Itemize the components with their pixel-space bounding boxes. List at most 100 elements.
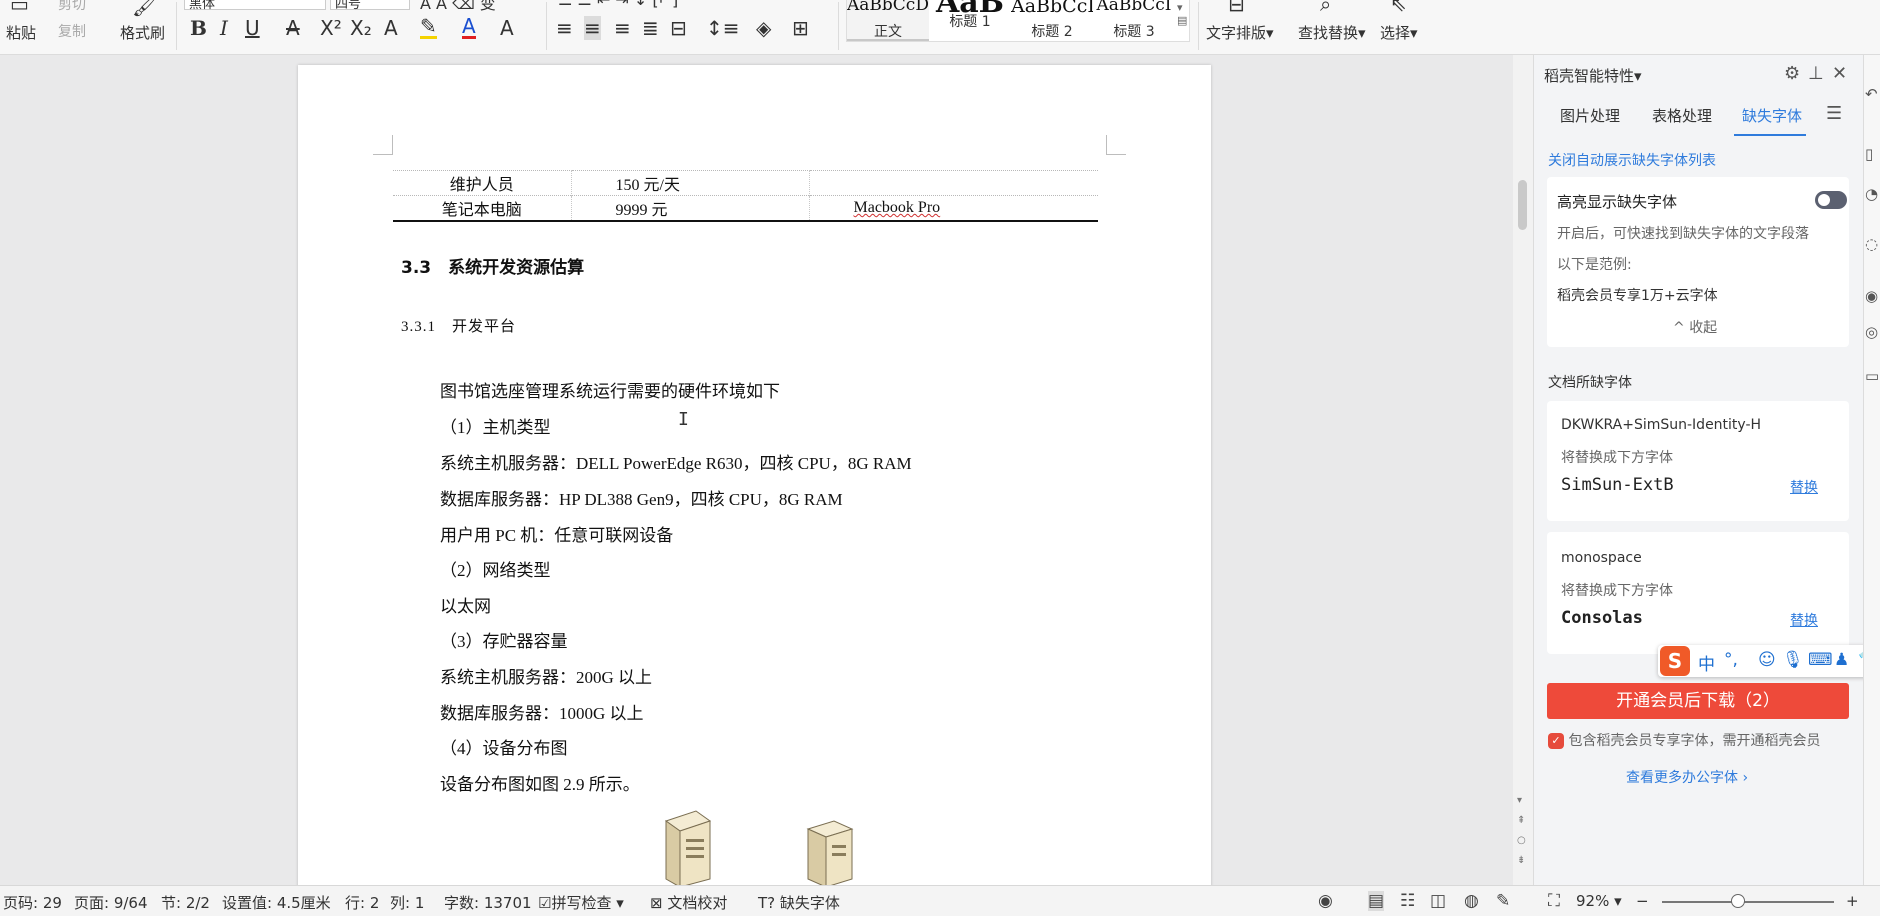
font-grow-icon[interactable]: A A ⌫ 变 bbox=[420, 0, 496, 14]
vertical-scrollbar[interactable]: ▾ ⇞ ○ ⇟ bbox=[1513, 55, 1533, 885]
gallery-more-icon[interactable]: ▾ ▤ bbox=[1177, 1, 1187, 27]
paste-icon[interactable]: ▭ bbox=[10, 0, 29, 16]
proofread-button[interactable]: ⊠ 文档校对 bbox=[650, 892, 727, 913]
style-heading-1[interactable]: AaB 标题 1 bbox=[929, 0, 1011, 41]
style-heading-3[interactable]: AaBbCcI 标题 3 bbox=[1093, 0, 1175, 41]
replace-link[interactable]: 替换 bbox=[1790, 610, 1818, 630]
underline-icon[interactable]: U bbox=[245, 16, 260, 40]
bold-icon[interactable]: B bbox=[190, 16, 207, 40]
microphone-icon[interactable]: 🎙 bbox=[1782, 650, 1804, 670]
status-setting[interactable]: 设置值: 4.5厘米 bbox=[222, 892, 331, 913]
strikethrough-icon[interactable]: A bbox=[286, 16, 300, 40]
char-border-icon[interactable]: A bbox=[500, 16, 514, 40]
panel-title[interactable]: 稻壳智能特性▾ bbox=[1544, 65, 1642, 86]
tab-table-processing[interactable]: 表格处理 bbox=[1652, 105, 1712, 126]
shading-icon[interactable]: ◈ bbox=[756, 16, 771, 40]
emoji-icon[interactable]: ☺ bbox=[1758, 650, 1776, 670]
web-view-icon[interactable]: ◍ bbox=[1464, 891, 1479, 911]
line-spacing-icon[interactable]: ↕≡ bbox=[706, 16, 740, 40]
italic-icon[interactable]: I bbox=[220, 16, 228, 40]
side-tool-icon[interactable]: ◉ bbox=[1865, 287, 1878, 305]
side-tool-icon[interactable]: ◔ bbox=[1865, 185, 1878, 203]
close-auto-show-link[interactable]: 关闭自动展示缺失字体列表 bbox=[1548, 150, 1716, 170]
paragraph: 以太网 bbox=[440, 597, 491, 616]
align-center-icon[interactable]: ≡ bbox=[584, 16, 601, 40]
format-painter-button[interactable]: 格式刷 bbox=[120, 22, 165, 43]
missing-font-status-button[interactable]: T? 缺失字体 bbox=[758, 892, 840, 913]
more-fonts-link[interactable]: 查看更多办公字体 › bbox=[1626, 767, 1748, 787]
tab-missing-fonts[interactable]: 缺失字体 bbox=[1742, 105, 1802, 126]
subscript-icon[interactable]: X₂ bbox=[350, 16, 372, 40]
zoom-out-button[interactable]: − bbox=[1636, 892, 1649, 910]
read-view-icon[interactable]: ◫ bbox=[1430, 891, 1446, 911]
justify-icon[interactable]: ≣ bbox=[642, 16, 659, 40]
side-tool-icon[interactable]: ▭ bbox=[1865, 367, 1879, 385]
status-page[interactable]: 页面: 9/64 bbox=[74, 892, 148, 913]
side-tool-icon[interactable]: ▯ bbox=[1865, 145, 1873, 163]
font-name-select[interactable]: 黑体 bbox=[184, 0, 326, 12]
page-view-icon[interactable]: ▤ bbox=[1368, 891, 1385, 911]
next-page-icon[interactable]: ⇟ bbox=[1517, 855, 1525, 866]
font-color-icon[interactable]: A bbox=[462, 16, 476, 39]
style-heading-2[interactable]: AaBbCcI 标题 2 bbox=[1011, 0, 1093, 41]
paste-button[interactable]: 粘贴 bbox=[6, 22, 36, 43]
spell-check-button[interactable]: ☑拼写检查 ▾ bbox=[538, 892, 624, 913]
user-icon[interactable]: ♟ bbox=[1834, 650, 1849, 670]
cut-button[interactable]: 剪切 bbox=[58, 0, 86, 14]
status-word-count[interactable]: 字数: 13701 bbox=[444, 892, 532, 913]
copy-button[interactable]: 复制 bbox=[58, 21, 86, 41]
tab-image-processing[interactable]: 图片处理 bbox=[1560, 105, 1620, 126]
side-tool-icon[interactable]: ◎ bbox=[1865, 323, 1878, 341]
replace-link[interactable]: 替换 bbox=[1790, 477, 1818, 497]
format-painter-icon[interactable]: 🖌 bbox=[132, 0, 157, 18]
align-right-icon[interactable]: ≡ bbox=[614, 16, 631, 40]
select-button[interactable]: 选择▾ bbox=[1380, 22, 1418, 43]
status-section[interactable]: 节: 2/2 bbox=[161, 892, 210, 913]
zoom-in-button[interactable]: + bbox=[1846, 892, 1859, 910]
ime-logo-icon[interactable]: S bbox=[1660, 646, 1690, 676]
eye-icon[interactable]: ◉ bbox=[1318, 891, 1333, 911]
side-tool-icon[interactable]: ◌ bbox=[1865, 235, 1878, 253]
status-row[interactable]: 行: 2 bbox=[345, 892, 379, 913]
outline-view-icon[interactable]: ☷ bbox=[1400, 891, 1415, 911]
list-icon[interactable]: ☰ ☰ ⇤ ⇥ ↕ [⌐] bbox=[558, 0, 678, 9]
status-col[interactable]: 列: 1 bbox=[390, 892, 424, 913]
prev-page-icon[interactable]: ⇞ bbox=[1517, 815, 1525, 826]
status-page-code[interactable]: 页码: 29 bbox=[3, 892, 62, 913]
pen-icon[interactable]: ✎ bbox=[1496, 891, 1510, 911]
search-icon[interactable]: ⌕ bbox=[1320, 0, 1331, 16]
gear-icon[interactable]: ⚙ bbox=[1784, 63, 1800, 84]
scroll-down-icon[interactable]: ▾ bbox=[1517, 795, 1522, 806]
pin-icon[interactable]: ⊥ bbox=[1808, 63, 1824, 84]
ime-toolbar[interactable]: S 中 °, ☺ 🎙 ⌨ ♟ 👕 bbox=[1658, 645, 1880, 677]
fit-window-icon[interactable]: ⛶ bbox=[1548, 891, 1560, 911]
menu-icon[interactable]: ☰ bbox=[1826, 103, 1842, 124]
text-layout-icon[interactable]: ⊟ bbox=[1228, 0, 1245, 16]
keyboard-icon[interactable]: ⌨ bbox=[1808, 650, 1833, 670]
text-layout-button[interactable]: 文字排版▾ bbox=[1206, 22, 1274, 43]
collapse-button[interactable]: ^ 收起 bbox=[1673, 317, 1717, 337]
ime-lang-toggle[interactable]: 中 bbox=[1698, 650, 1715, 675]
close-icon[interactable]: ✕ bbox=[1832, 63, 1847, 84]
side-tool-icon[interactable]: ↶ bbox=[1865, 85, 1878, 103]
highlight-toggle[interactable] bbox=[1815, 191, 1847, 209]
style-normal[interactable]: AaBbCcDc 正文 bbox=[847, 0, 929, 41]
select-browse-icon[interactable]: ○ bbox=[1517, 835, 1526, 846]
align-left-icon[interactable]: ≡ bbox=[556, 16, 573, 40]
find-replace-button[interactable]: 查找替换▾ bbox=[1298, 22, 1366, 43]
scroll-thumb[interactable] bbox=[1518, 180, 1527, 230]
cursor-select-icon[interactable]: ⇖ bbox=[1390, 0, 1407, 16]
zoom-level[interactable]: 92% ▾ bbox=[1576, 892, 1622, 910]
member-download-button[interactable]: 开通会员后下载（2） bbox=[1547, 683, 1849, 719]
style-label: 正文 bbox=[874, 24, 902, 40]
distribute-icon[interactable]: ⊟ bbox=[670, 16, 687, 40]
font-size-select[interactable]: 四号 bbox=[330, 0, 410, 12]
ime-punct-toggle[interactable]: °, bbox=[1724, 650, 1738, 670]
document-page[interactable]: 维护人员 150 元/天 笔记本电脑 9999 元 Macbook Pro 3.… bbox=[298, 65, 1211, 885]
borders-icon[interactable]: ⊞ bbox=[792, 16, 809, 40]
zoom-slider[interactable] bbox=[1662, 901, 1834, 903]
zoom-slider-handle[interactable] bbox=[1731, 894, 1745, 908]
text-effect-icon[interactable]: A bbox=[384, 16, 398, 40]
superscript-icon[interactable]: X² bbox=[320, 16, 342, 40]
highlight-icon[interactable]: ✎ bbox=[420, 16, 437, 39]
